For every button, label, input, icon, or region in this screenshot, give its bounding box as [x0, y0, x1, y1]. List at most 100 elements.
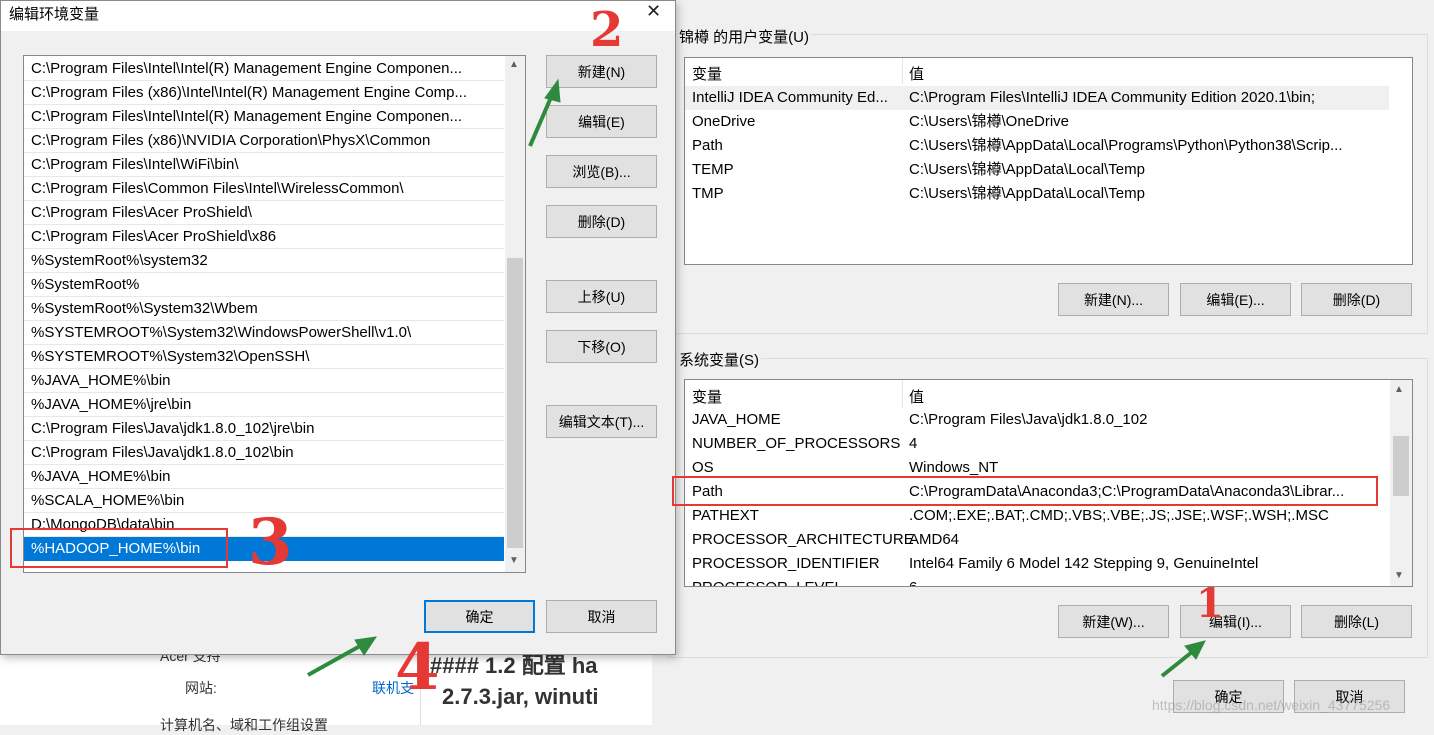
path-list-item[interactable]: C:\Program Files\Acer ProShield\x86: [24, 225, 504, 249]
user-col-name-header[interactable]: 变量: [692, 63, 722, 84]
sys-table-row[interactable]: JAVA_HOME C:\Program Files\Java\jdk1.8.0_…: [685, 408, 1389, 432]
path-list-item[interactable]: %JAVA_HOME%\bin: [24, 465, 504, 489]
annotation-number-1: 1: [1196, 580, 1224, 627]
path-list-item-text: %SYSTEMROOT%\System32\WindowsPowerShell\…: [31, 324, 412, 341]
sys-vars-scroll-thumb[interactable]: [1393, 436, 1409, 496]
path-list-item[interactable]: C:\Program Files\Java\jdk1.8.0_102\bin: [24, 441, 504, 465]
path-list-item[interactable]: %JAVA_HOME%\jre\bin: [24, 393, 504, 417]
user-table-row[interactable]: OneDrive C:\Users\锦樽\OneDrive: [685, 110, 1389, 134]
edit-text-button[interactable]: 编辑文本(T)...: [546, 405, 657, 438]
user-var-name: TMP: [692, 185, 724, 202]
path-list-item[interactable]: C:\Program Files\Intel\WiFi\bin\: [24, 153, 504, 177]
sys-var-value: C:\Program Files\Java\jdk1.8.0_102: [909, 411, 1148, 428]
article-line: 2.7.3.jar, winuti: [442, 684, 599, 709]
sys-new-button[interactable]: 新建(W)...: [1058, 605, 1169, 638]
path-list-item-text: C:\Program Files\Acer ProShield\: [31, 204, 252, 221]
move-up-button[interactable]: 上移(U): [546, 280, 657, 313]
path-list-scroll-thumb[interactable]: [507, 258, 523, 548]
sys-var-value: Intel64 Family 6 Model 142 Stepping 9, G…: [909, 555, 1259, 572]
user-var-name: IntelliJ IDEA Community Ed...: [692, 89, 888, 106]
sys-delete-button[interactable]: 删除(L): [1301, 605, 1412, 638]
path-list-item[interactable]: C:\Program Files\Acer ProShield\: [24, 201, 504, 225]
close-icon[interactable]: ✕: [646, 1, 661, 22]
new-button[interactable]: 新建(N): [546, 55, 657, 88]
sys-var-name: PROCESSOR_ARCHITECTURE: [692, 531, 914, 548]
sys-table-row[interactable]: PROCESSOR_ARCHITECTURE AMD64: [685, 528, 1389, 552]
domain-settings-label: 计算机名、域和工作组设置: [160, 717, 328, 733]
path-list-item-text: %JAVA_HOME%\bin: [31, 372, 171, 389]
dialog-titlebar[interactable]: [1, 1, 675, 31]
path-list-item-text: C:\Program Files\Acer ProShield\x86: [31, 228, 277, 245]
user-table-row[interactable]: Path C:\Users\锦樽\AppData\Local\Programs\P…: [685, 134, 1389, 158]
sys-table-row[interactable]: PATHEXT .COM;.EXE;.BAT;.CMD;.VBS;.VBE;.JS…: [685, 504, 1389, 528]
user-edit-button[interactable]: 编辑(E)...: [1180, 283, 1291, 316]
move-down-button[interactable]: 下移(O): [546, 330, 657, 363]
annotation-number-2: 2: [590, 2, 624, 58]
path-list-item-text: C:\Program Files\Intel\Intel(R) Manageme…: [31, 108, 463, 125]
user-vars-header: 变量 值: [685, 58, 1389, 84]
sys-table-row[interactable]: PROCESSOR_LEVEL 6: [685, 576, 1389, 586]
sys-table-row[interactable]: NUMBER_OF_PROCESSORS 4: [685, 432, 1389, 456]
user-delete-button[interactable]: 删除(D): [1301, 283, 1412, 316]
path-list-item-text: C:\Program Files (x86)\NVIDIA Corporatio…: [31, 132, 431, 149]
sys-col-name-header[interactable]: 变量: [692, 386, 722, 407]
sys-var-name: PATHEXT: [692, 507, 759, 524]
scroll-up-icon[interactable]: ▲: [1394, 384, 1404, 395]
sys-table-row[interactable]: PROCESSOR_IDENTIFIER Intel64 Family 6 Mod…: [685, 552, 1389, 576]
user-table-row[interactable]: IntelliJ IDEA Community Ed... C:\Program …: [685, 86, 1389, 110]
user-var-value: C:\Users\锦樽\OneDrive: [909, 113, 1070, 130]
dialog-ok-button[interactable]: 确定: [424, 600, 535, 633]
path-list[interactable]: C:\Program Files\Intel\Intel(R) Manageme…: [23, 55, 526, 573]
annotation-number-4: 4: [395, 630, 440, 705]
dialog-title: 编辑环境变量: [9, 6, 100, 23]
scroll-down-icon[interactable]: ▼: [509, 555, 519, 566]
path-list-item[interactable]: %JAVA_HOME%\bin: [24, 369, 504, 393]
path-list-item-text: %JAVA_HOME%\jre\bin: [31, 396, 192, 413]
user-table-row[interactable]: TEMP C:\Users\锦樽\AppData\Local\Temp: [685, 158, 1389, 182]
path-list-item[interactable]: %SYSTEMROOT%\System32\WindowsPowerShell\…: [24, 321, 504, 345]
path-list-item[interactable]: C:\Program Files\Common Files\Intel\Wire…: [24, 177, 504, 201]
sys-var-name: PROCESSOR_LEVEL: [692, 576, 843, 586]
dialog-cancel-button[interactable]: 取消: [546, 600, 657, 633]
path-list-item-text: C:\Program Files\Intel\Intel(R) Manageme…: [31, 60, 463, 77]
sys-var-name: JAVA_HOME: [692, 411, 781, 428]
user-table-row[interactable]: TMP C:\Users\锦樽\AppData\Local\Temp: [685, 182, 1389, 206]
sys-var-value: .COM;.EXE;.BAT;.CMD;.VBS;.VBE;.JS;.JSE;.…: [909, 507, 1329, 524]
sys-var-value: 4: [909, 435, 918, 452]
sys-vars-header: 变量 值: [685, 380, 1389, 408]
annotation-number-3: 3: [248, 505, 293, 580]
user-vars-table[interactable]: 变量 值 IntelliJ IDEA Community Ed... C:\Pro…: [684, 57, 1413, 265]
annotation-box-path: [672, 476, 1378, 506]
path-list-item-text: C:\Program Files\Common Files\Intel\Wire…: [31, 180, 404, 197]
path-list-item[interactable]: %SystemRoot%\System32\Wbem: [24, 297, 504, 321]
path-list-item[interactable]: %SYSTEMROOT%\System32\OpenSSH\: [24, 345, 504, 369]
scroll-down-icon[interactable]: ▼: [1394, 570, 1404, 581]
user-var-value: C:\Users\锦樽\AppData\Local\Temp: [909, 161, 1145, 178]
path-list-item[interactable]: C:\Program Files\Intel\Intel(R) Manageme…: [24, 57, 504, 81]
sys-vars-title: 系统变量(S): [677, 349, 761, 370]
path-list-item-text: %SystemRoot%\system32: [31, 252, 208, 269]
website-label: 网站:: [185, 680, 217, 696]
delete-button[interactable]: 删除(D): [546, 205, 657, 238]
path-list-item[interactable]: C:\Program Files (x86)\NVIDIA Corporatio…: [24, 129, 504, 153]
path-list-item[interactable]: %SystemRoot%: [24, 273, 504, 297]
sys-var-name: NUMBER_OF_PROCESSORS: [692, 435, 901, 452]
user-var-name: TEMP: [692, 161, 734, 178]
user-col-value-header[interactable]: 值: [909, 63, 924, 84]
browse-button[interactable]: 浏览(B)...: [546, 155, 657, 188]
path-list-item[interactable]: C:\Program Files (x86)\Intel\Intel(R) Ma…: [24, 81, 504, 105]
scroll-up-icon[interactable]: ▲: [509, 59, 519, 70]
user-vars-title: 锦樽 的用户变量(U): [677, 26, 811, 47]
edit-button[interactable]: 编辑(E): [546, 105, 657, 138]
sys-col-value-header[interactable]: 值: [909, 386, 924, 407]
user-new-button[interactable]: 新建(N)...: [1058, 283, 1169, 316]
path-list-item[interactable]: %SystemRoot%\system32: [24, 249, 504, 273]
user-var-name: OneDrive: [692, 113, 756, 130]
path-list-item[interactable]: C:\Program Files\Intel\Intel(R) Manageme…: [24, 105, 504, 129]
path-list-item-text: %SYSTEMROOT%\System32\OpenSSH\: [31, 348, 310, 365]
path-list-item-text: %SCALA_HOME%\bin: [31, 492, 185, 509]
annotation-box-hadoop: [10, 528, 228, 568]
path-list-item[interactable]: C:\Program Files\Java\jdk1.8.0_102\jre\b…: [24, 417, 504, 441]
path-list-item-text: C:\Program Files\Java\jdk1.8.0_102\jre\b…: [31, 420, 315, 437]
path-list-item-text: C:\Program Files\Java\jdk1.8.0_102\bin: [31, 444, 294, 461]
